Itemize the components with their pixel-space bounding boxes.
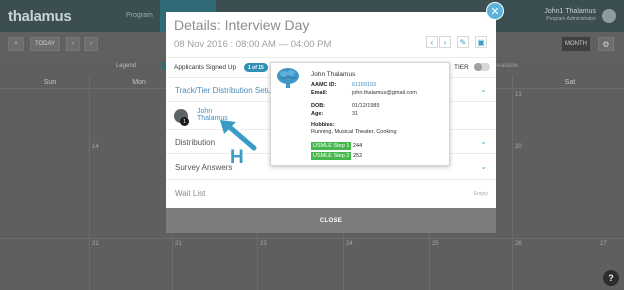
print-icon[interactable]: ▣ [475, 36, 487, 48]
thalamus-logo[interactable]: thalamus [8, 8, 72, 25]
hobbies-label: Hobbies: [311, 122, 335, 128]
age-label: Age: [311, 111, 324, 117]
chevron-down-icon[interactable]: ⌄ [480, 85, 487, 94]
calendar-date[interactable]: 23 [260, 241, 267, 247]
survey-answers-title[interactable]: Survey Answers [175, 163, 232, 172]
chevron-down-icon[interactable]: ⌄ [480, 137, 487, 146]
next-arrow-icon[interactable]: › [439, 36, 451, 48]
usmle-step2-badge: USMLE Step 2 [311, 152, 352, 160]
applicants-count-badge: 1 of 15 [244, 63, 268, 72]
calendar-date[interactable]: 21 [175, 241, 182, 247]
dob-value: 01/12/1985 [352, 103, 380, 109]
close-button[interactable]: CLOSE [166, 208, 496, 233]
prev-button[interactable]: ‹ [66, 37, 80, 51]
settings-gear-icon[interactable]: ⚙ [598, 37, 614, 51]
distribution-title[interactable]: Distribution [175, 138, 215, 147]
applicant-popover: John Thalamus AAMC ID: 61159193 Email: j… [270, 62, 450, 166]
month-view-button[interactable]: MONTH [562, 37, 590, 51]
add-button[interactable]: + [8, 37, 24, 51]
calendar-column-line [512, 75, 513, 290]
legend-label: Legend [116, 63, 137, 69]
calendar-column-line [89, 75, 90, 290]
usmle-step2-score: 252 [353, 153, 363, 159]
calendar-date[interactable]: 27 [600, 241, 607, 247]
modal-date: 08 Nov 2016 : 08:00 AM — 04:00 PM [174, 39, 332, 50]
email-label: Email: [311, 90, 328, 96]
user-avatar[interactable] [602, 9, 616, 23]
legend-available-label: Available [494, 63, 519, 69]
age-value: 31 [352, 111, 359, 117]
nav-program-link[interactable]: Program [126, 12, 153, 19]
calendar-date[interactable]: 13 [515, 92, 522, 98]
brain-icon [277, 68, 299, 88]
calendar-date[interactable]: 24 [346, 241, 353, 247]
dob-label: DOB: [311, 103, 326, 109]
email-value[interactable]: john.thalamus@gmail.com [352, 90, 417, 96]
aamc-id-label: AAMC ID: [311, 82, 337, 88]
prev-arrow-icon[interactable]: ‹ [426, 36, 438, 48]
user-role: Program Administrator [546, 16, 596, 22]
calendar-date[interactable]: 14 [92, 144, 99, 150]
calendar-date[interactable]: 21 [92, 241, 99, 247]
day-header-mon: Mon [132, 79, 146, 86]
pointer-label: H [230, 147, 244, 168]
toggle-knob [474, 63, 482, 71]
wait-list-title[interactable]: Wait List [175, 189, 205, 198]
applicant-number-badge: 1 [180, 117, 189, 126]
wait-list-empty: Empty [473, 191, 488, 197]
track-tier-title[interactable]: Track/Tier Distribution Setup [175, 86, 276, 95]
user-name[interactable]: John1 Thalamus [544, 8, 596, 16]
calendar-divider [0, 238, 624, 239]
calendar-date[interactable]: 26 [515, 241, 522, 247]
applicants-signed-label: Applicants Signed Up [174, 64, 237, 71]
chevron-down-icon[interactable]: ⌄ [480, 162, 487, 171]
day-header-sun: Sun [43, 79, 57, 86]
hobbies-value: Running, Musical Theater, Cooking [311, 129, 397, 135]
close-icon[interactable]: ✕ [486, 2, 504, 20]
day-header-sat: Sat [564, 79, 576, 86]
usmle-step1-badge: USMLE Step 1 [311, 142, 352, 150]
modal-title: Details: Interview Day [174, 17, 310, 33]
wait-list-section[interactable]: Wait List Empty [166, 179, 496, 208]
applicant-name-first[interactable]: John [197, 108, 212, 115]
tier-label: TIER [454, 64, 469, 71]
usmle-step1-score: 244 [353, 143, 363, 149]
tier-toggle[interactable] [474, 63, 490, 71]
next-button[interactable]: › [84, 37, 98, 51]
calendar-date[interactable]: 25 [432, 241, 439, 247]
today-button[interactable]: TODAY [30, 37, 60, 51]
aamc-id-value: 61159193 [352, 82, 377, 88]
calendar-date[interactable]: 20 [515, 144, 522, 150]
help-button[interactable]: ? [603, 270, 619, 286]
edit-pencil-icon[interactable]: ✎ [457, 36, 469, 48]
popover-name: John Thalamus [311, 71, 356, 78]
